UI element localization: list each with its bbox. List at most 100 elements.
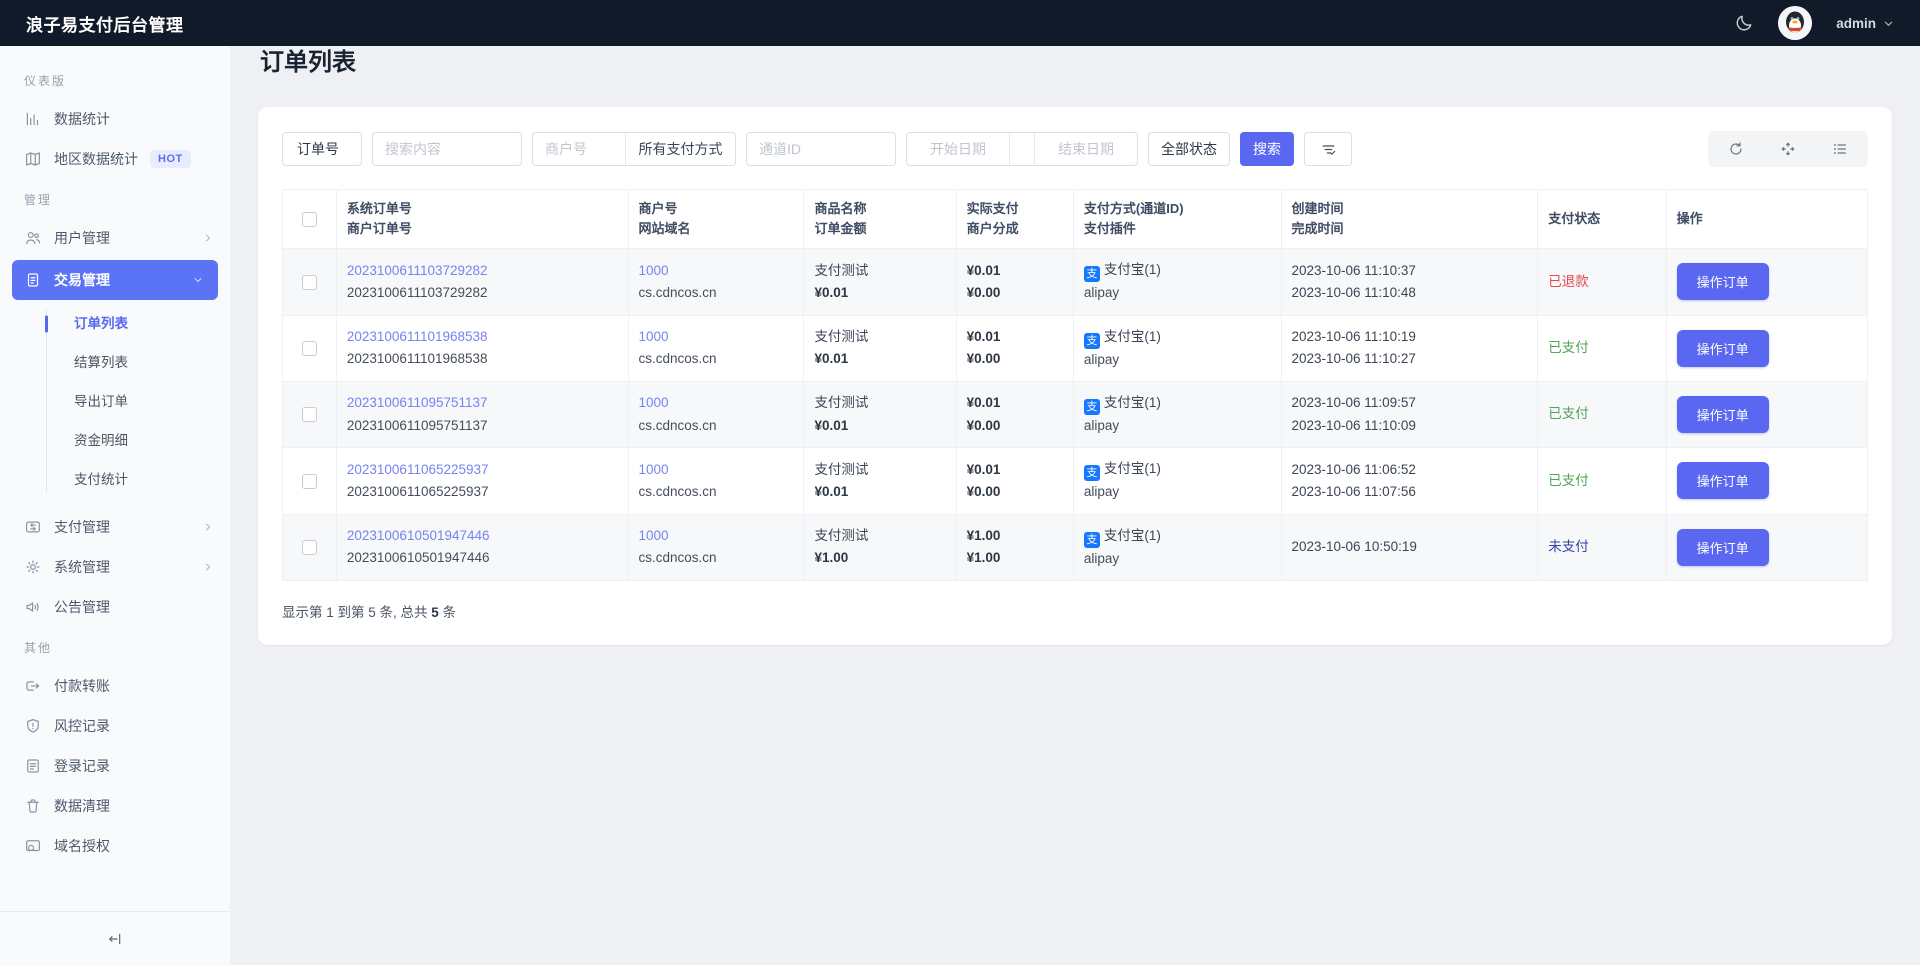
end-date-input[interactable]: 结束日期 (1034, 133, 1137, 165)
created-at: 2023-10-06 11:06:52 (1291, 461, 1416, 477)
columns-list-icon[interactable] (1832, 141, 1848, 157)
order-amount: ¥1.00 (814, 550, 849, 566)
merchant-id-link[interactable]: 1000 (639, 260, 794, 282)
product-name: 支付测试 (814, 395, 869, 411)
submenu-item-settle-list[interactable]: 结算列表 (0, 343, 230, 382)
pagination-summary: 显示第 1 到第 5 条, 总共 5 条 (282, 601, 1868, 621)
row-checkbox[interactable] (301, 274, 317, 290)
system-order-link[interactable]: 2023100611103729282 (347, 260, 618, 282)
table-row: 2023100611101968538 2023100611101968538 10… (282, 314, 1869, 382)
order-field-select[interactable]: 订单号 (282, 132, 362, 166)
channel-id-input[interactable]: 通道ID (746, 132, 896, 166)
column-header-line: 支付插件 (1083, 221, 1136, 237)
action-cell: 操作订单 (1665, 380, 1869, 449)
hot-badge: HOT (150, 150, 191, 168)
search-input[interactable]: 搜索内容 (372, 132, 522, 166)
merchant-order-no: 2023100611095751137 (346, 417, 488, 433)
pay-method-value: 所有支付方式 (638, 141, 723, 157)
table-row: 2023100611065225937 2023100611065225937 10… (282, 447, 1869, 515)
header-checkbox-cell (282, 188, 337, 250)
select-all-checkbox[interactable] (301, 212, 317, 228)
pay-method-select[interactable]: 所有支付方式 (625, 133, 735, 165)
filter-row: 订单号 搜索内容 商户号 所有支付方式 通道ID 开始日期 结束日期 全部状态 … (282, 131, 1868, 167)
submenu-item-export-orders[interactable]: 导出订单 (0, 382, 230, 421)
date-range-group: 开始日期 结束日期 (906, 132, 1138, 166)
sidebar-item-label: 公告管理 (54, 599, 110, 615)
submenu-item-fund-detail[interactable]: 资金明细 (0, 421, 230, 460)
channel-placeholder: 通道ID (759, 141, 801, 157)
sidebar-item-pay-mgmt[interactable]: 支付管理 (0, 507, 230, 547)
merchant-id-input[interactable]: 商户号 (533, 133, 625, 165)
sidebar-item-domain-auth[interactable]: 域名授权 (0, 826, 230, 866)
status-select[interactable]: 全部状态 (1148, 132, 1230, 166)
search-button[interactable]: 搜索 (1240, 132, 1294, 166)
system-order-link[interactable]: 2023100611065225937 (347, 459, 618, 481)
status-select-value: 全部状态 (1161, 141, 1217, 157)
sidebar-section-label: 仪表版 (24, 74, 67, 88)
order-action-button[interactable]: 操作订单 (1676, 263, 1769, 301)
merchant-id-link[interactable]: 1000 (639, 459, 794, 481)
sidebar-item-risk-records[interactable]: 风控记录 (0, 706, 230, 746)
sidebar-item-label: 域名授权 (54, 838, 110, 854)
sidebar-item-login-records[interactable]: 登录记录 (0, 746, 230, 786)
sidebar-item-payout-transfer[interactable]: 付款转账 (0, 666, 230, 706)
order-action-button[interactable]: 操作订单 (1676, 396, 1769, 434)
column-header-6: 支付状态 (1537, 188, 1667, 250)
sidebar-section-label: 管理 (24, 193, 53, 207)
merchant-id-link[interactable]: 1000 (639, 326, 794, 348)
order-field-value: 订单号 (297, 141, 339, 157)
order-action-button[interactable]: 操作订单 (1676, 462, 1769, 500)
fullscreen-icon[interactable] (1780, 141, 1796, 157)
system-order-link[interactable]: 2023100610501947446 (347, 525, 618, 547)
order-no-cell: 2023100611065225937 2023100611065225937 (335, 447, 629, 515)
refresh-icon[interactable] (1728, 141, 1744, 157)
page-title: 订单列表 (260, 49, 356, 76)
sidebar-collapse-button[interactable] (0, 911, 230, 965)
submenu-item-pay-stats[interactable]: 支付统计 (0, 460, 230, 499)
site-domain: cs.cdncos.cn (638, 550, 717, 566)
sidebar-item-label: 系统管理 (54, 559, 110, 575)
order-action-button[interactable]: 操作订单 (1676, 528, 1769, 566)
sidebar-item-data-stats[interactable]: 数据统计 (0, 99, 230, 139)
start-date-input[interactable]: 开始日期 (907, 133, 1009, 165)
paid-amount: ¥1.00 (966, 527, 1001, 543)
method-cell: 支支付宝(1) alipay (1072, 513, 1282, 581)
row-checkbox[interactable] (301, 341, 317, 357)
sidebar-item-announcement-mgmt[interactable]: 公告管理 (0, 587, 230, 627)
order-amount: ¥0.01 (814, 351, 849, 367)
row-checkbox[interactable] (301, 407, 317, 423)
sidebar-item-data-cleanup[interactable]: 数据清理 (0, 786, 230, 826)
submenu-item-order-list[interactable]: 订单列表 (0, 304, 230, 343)
order-action-button[interactable]: 操作订单 (1676, 329, 1769, 367)
summary-prefix: 显示第 1 到第 5 条, 总共 (282, 604, 432, 620)
row-checkbox[interactable] (301, 473, 317, 489)
system-order-link[interactable]: 2023100611095751137 (347, 392, 618, 414)
avatar[interactable] (1778, 6, 1813, 40)
domain-icon (24, 837, 42, 855)
column-header-line: 实际支付 (966, 201, 1019, 216)
log-icon (24, 757, 42, 775)
alipay-icon: 支 (1083, 266, 1100, 283)
sidebar-item-region-stats[interactable]: 地区数据统计 HOT (0, 139, 230, 179)
map-icon (24, 150, 42, 168)
column-header-line: 支付状态 (1548, 211, 1601, 227)
status-cell: 已支付 (1537, 380, 1667, 449)
pay-method: 支支付宝(1) (1083, 392, 1271, 415)
user-name: admin (1836, 15, 1876, 31)
merchant-id-link[interactable]: 1000 (639, 525, 794, 547)
paid-amount: ¥0.01 (966, 329, 1001, 344)
dark-mode-moon-icon[interactable] (1734, 13, 1754, 33)
merchant-id-link[interactable]: 1000 (639, 392, 794, 414)
gear-icon (24, 558, 42, 576)
user-menu[interactable]: admin (1836, 16, 1894, 31)
topbar: 浪子易支付后台管理 admin (0, 0, 1920, 46)
sidebar-item-user-mgmt[interactable]: 用户管理 (0, 218, 230, 258)
advanced-filter-button[interactable] (1304, 132, 1352, 166)
system-order-link[interactable]: 2023100611101968538 (347, 326, 618, 348)
pay-plugin: alipay (1083, 351, 1120, 367)
column-header-3: 实际支付 商户分成 (955, 188, 1074, 250)
sidebar-item-system-mgmt[interactable]: 系统管理 (0, 547, 230, 587)
sidebar-item-trade-mgmt[interactable]: 交易管理 (12, 260, 218, 300)
row-checkbox[interactable] (301, 540, 317, 556)
row-checkbox-cell (282, 248, 337, 316)
